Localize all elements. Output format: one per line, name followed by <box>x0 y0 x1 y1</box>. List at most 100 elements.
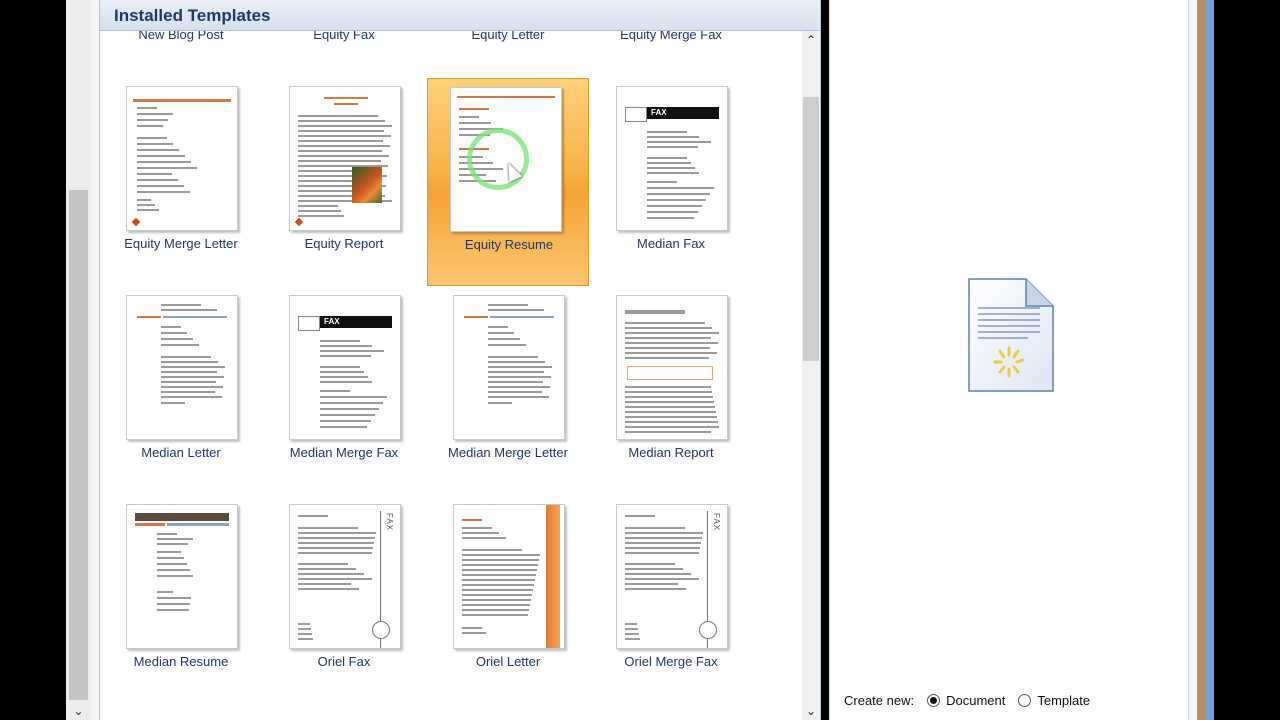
thumbnail-detail <box>320 408 379 410</box>
thumbnail-detail <box>298 578 372 580</box>
template-option[interactable]: Template <box>1018 693 1090 708</box>
template-label[interactable]: Equity Letter <box>427 31 589 42</box>
thumbnail-detail <box>647 193 710 195</box>
thumbnail-detail <box>488 396 549 398</box>
create-new-group: Create new: Document Template <box>844 693 1090 708</box>
thumbnail-detail <box>462 594 532 596</box>
thumbnail-detail <box>294 217 304 227</box>
thumbnail-detail <box>462 564 538 566</box>
template-thumbnail[interactable]: FAX <box>616 504 728 649</box>
template-thumbnail[interactable]: FAX <box>616 86 728 231</box>
thumbnail-detail <box>625 347 710 349</box>
template-thumbnail[interactable] <box>450 87 562 232</box>
gallery-scrollbar[interactable]: ⌃ ⌄ <box>802 31 820 720</box>
template-label[interactable]: Oriel Letter <box>427 654 589 669</box>
thumbnail-detail <box>298 563 348 565</box>
thumbnail-detail <box>462 599 531 601</box>
thumbnail-detail <box>137 204 155 206</box>
template-radio[interactable] <box>1018 694 1032 707</box>
scrollbar-thumb[interactable] <box>803 97 819 361</box>
thumbnail-detail <box>625 588 686 590</box>
gallery-title: Installed Templates <box>114 6 271 25</box>
thumbnail-detail <box>647 211 698 213</box>
template-thumbnail[interactable] <box>126 86 238 231</box>
thumbnail-detail <box>298 542 374 544</box>
template-label[interactable]: Median Merge Fax <box>263 445 425 460</box>
template-label[interactable]: Median Resume <box>100 654 262 669</box>
thumbnail-detail <box>298 150 382 152</box>
chevron-up-icon[interactable]: ⌃ <box>802 33 820 47</box>
template-tile[interactable]: Equity Resume <box>427 78 589 286</box>
thumbnail-text: FAX <box>712 513 721 532</box>
template-tile[interactable]: Oriel Letter <box>427 496 589 704</box>
outer-scrollbar[interactable]: ⌄ <box>66 0 91 720</box>
template-thumbnail[interactable] <box>453 504 565 649</box>
template-tile[interactable]: Equity Merge Letter <box>100 78 262 286</box>
template-label[interactable]: Equity Resume <box>428 237 590 252</box>
template-tile[interactable]: Median Merge Letter <box>427 287 589 495</box>
template-thumbnail[interactable]: FAX <box>289 295 401 440</box>
thumbnail-detail <box>462 579 535 581</box>
template-tile[interactable]: New Blog Post <box>100 31 262 77</box>
thumbnail-detail <box>157 609 189 611</box>
template-tile[interactable]: FAX Oriel Fax <box>263 496 425 704</box>
document-radio[interactable] <box>927 694 941 707</box>
template-thumbnail[interactable] <box>453 295 565 440</box>
thumbnail-detail <box>161 366 225 368</box>
template-label[interactable]: Median Merge Letter <box>427 445 589 460</box>
thumbnail-detail <box>161 391 215 393</box>
template-label[interactable]: Median Fax <box>590 236 752 251</box>
template-tile[interactable]: Equity Letter <box>427 31 589 77</box>
template-tile[interactable]: FAX Oriel Merge Fax <box>590 496 752 704</box>
thumbnail-detail <box>137 137 167 139</box>
template-tile[interactable]: Equity Merge Fax <box>590 31 752 77</box>
thumbnail-detail <box>625 638 640 640</box>
thumbnail-detail <box>372 621 390 639</box>
template-thumbnail[interactable]: FAX <box>289 504 401 649</box>
thumbnail-detail <box>488 356 538 358</box>
template-label[interactable]: Equity Fax <box>263 31 425 42</box>
template-tile[interactable]: Median Resume <box>100 496 262 704</box>
template-label[interactable]: Equity Merge Fax <box>590 31 752 42</box>
template-thumbnail[interactable] <box>126 295 238 440</box>
template-tile[interactable]: Equity Report <box>263 78 425 286</box>
outer-scrollbar-thumb[interactable] <box>69 190 88 700</box>
template-label[interactable]: Oriel Merge Fax <box>590 654 752 669</box>
thumbnail-detail <box>647 217 694 219</box>
template-thumbnail[interactable] <box>126 504 238 649</box>
template-label[interactable]: Equity Report <box>263 236 425 251</box>
document-option[interactable]: Document <box>927 693 1005 708</box>
thumbnail-detail <box>625 426 719 428</box>
thumbnail-detail <box>625 391 712 393</box>
thumbnail-detail <box>625 107 647 122</box>
thumbnail-detail <box>137 155 185 157</box>
template-tile[interactable]: Median Report <box>590 287 752 495</box>
thumbnail-detail <box>625 411 716 413</box>
template-label[interactable]: Equity Merge Letter <box>100 236 262 251</box>
template-tile[interactable]: Equity Fax <box>263 31 425 77</box>
template-thumbnail[interactable] <box>289 86 401 231</box>
thumbnail-detail <box>298 155 389 157</box>
chevron-down-icon[interactable]: ⌄ <box>66 704 91 718</box>
thumbnail-detail <box>457 96 555 98</box>
thumbnail-detail <box>625 552 699 554</box>
template-label[interactable]: Oriel Fax <box>263 654 425 669</box>
thumbnail-detail <box>625 628 638 630</box>
thumbnail-detail <box>627 366 713 380</box>
thumbnail-detail <box>137 119 168 121</box>
thumbnail-detail <box>647 205 702 207</box>
template-label[interactable]: Median Report <box>590 445 752 460</box>
thumbnail-detail <box>161 396 222 398</box>
template-tile[interactable]: FAX Median Fax <box>590 78 752 286</box>
thumbnail-detail <box>137 191 190 193</box>
thumbnail-detail <box>157 575 193 577</box>
thumbnail-detail <box>625 421 718 423</box>
chevron-down-icon[interactable]: ⌄ <box>802 704 820 718</box>
template-tile[interactable]: Median Letter <box>100 287 262 495</box>
template-label[interactable]: New Blog Post <box>100 31 262 42</box>
template-tile[interactable]: FAX Median Merge Fax <box>263 287 425 495</box>
template-thumbnail[interactable] <box>616 295 728 440</box>
thumbnail-detail <box>298 115 378 117</box>
template-label[interactable]: Median Letter <box>100 445 262 460</box>
thumbnail-detail <box>298 588 359 590</box>
